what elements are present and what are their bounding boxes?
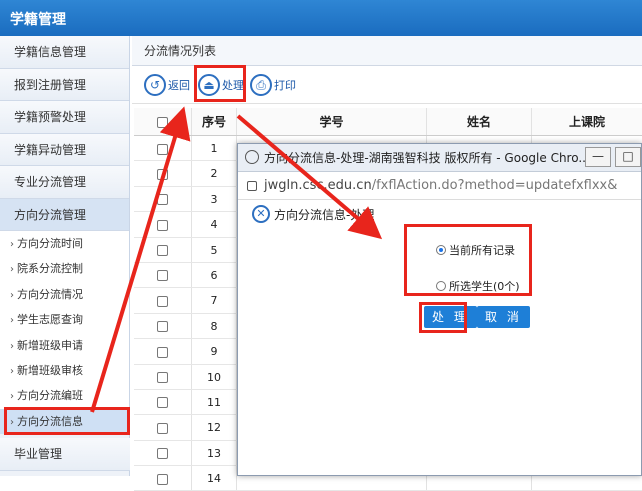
- annotation-arrow-1: [90, 106, 191, 413]
- annotation-arrows: [90, 106, 383, 413]
- annotation-arrow-2: [236, 114, 383, 240]
